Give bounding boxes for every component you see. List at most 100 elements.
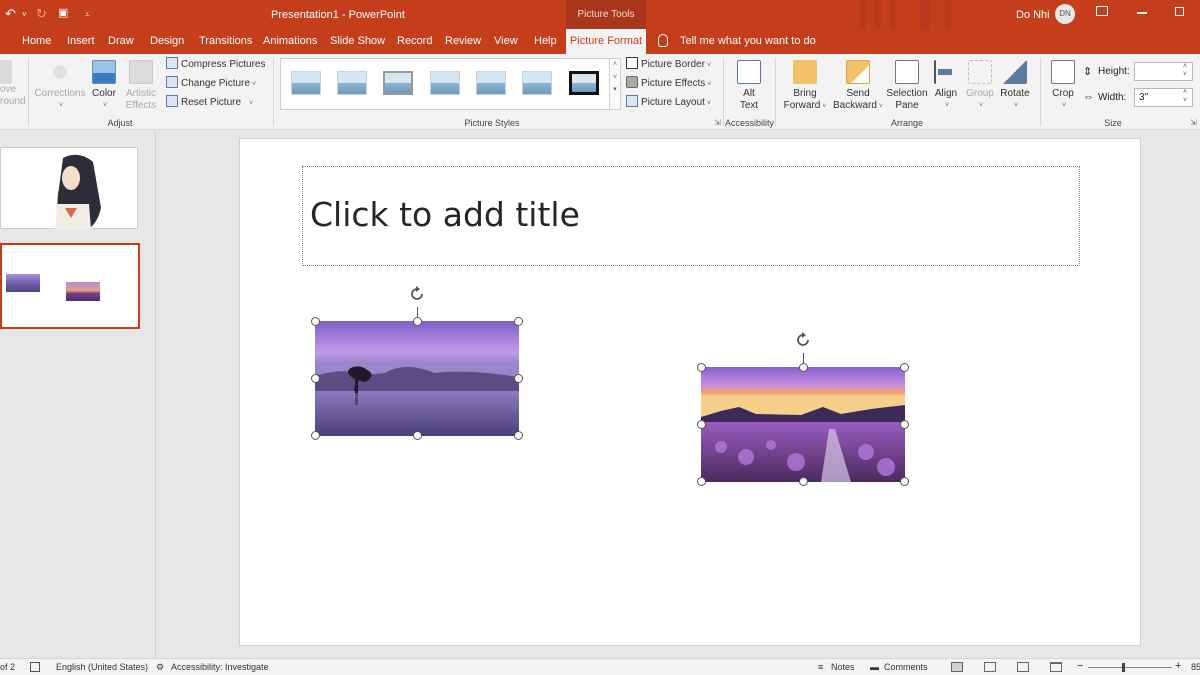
slide-show-icon[interactable] — [1050, 662, 1062, 672]
resize-handle[interactable] — [311, 431, 320, 440]
rotate-handle-icon[interactable] — [408, 285, 426, 303]
width-spinner-icon[interactable]: ˄ ˅ — [1183, 89, 1187, 105]
picture-style-thumb[interactable] — [522, 71, 552, 95]
title-placeholder-text[interactable]: Click to add title — [310, 195, 580, 234]
tab-transitions[interactable]: Transitions — [199, 35, 252, 47]
rotate-button[interactable]: Rotate ˅ — [998, 60, 1032, 112]
crop-button[interactable]: Crop ˅ — [1047, 60, 1079, 112]
tab-slide-show[interactable]: Slide Show — [330, 35, 385, 47]
resize-handle[interactable] — [311, 317, 320, 326]
color-button[interactable]: Color ˅ — [89, 60, 119, 112]
gallery-scroll[interactable]: ˄ ˅ ▾ — [609, 58, 621, 110]
comments-button[interactable]: Comments — [884, 662, 928, 672]
title-placeholder[interactable]: Click to add title — [302, 166, 1080, 266]
resize-handle[interactable] — [900, 363, 909, 372]
resize-handle[interactable] — [799, 363, 808, 372]
accessibility-icon[interactable]: ⚙ — [156, 662, 164, 673]
artistic-effects-button[interactable]: Artistic Effects — [121, 60, 161, 112]
picture-style-thumb[interactable] — [476, 71, 506, 95]
resize-handle[interactable] — [413, 317, 422, 326]
picture-lake-tree[interactable] — [311, 286, 523, 440]
resize-handle[interactable] — [514, 374, 523, 383]
picture-style-thumb[interactable] — [291, 71, 321, 95]
tab-view[interactable]: View — [494, 35, 518, 47]
send-backward-button[interactable]: Send Backward ˅ — [830, 60, 886, 113]
ribbon-display-options-icon[interactable] — [1096, 6, 1108, 16]
resize-handle[interactable] — [514, 431, 523, 440]
accessibility-status[interactable]: Accessibility: Investigate — [171, 662, 269, 672]
picture-border-button[interactable]: Picture Border ˅ — [626, 57, 711, 73]
resize-handle[interactable] — [900, 420, 909, 429]
resize-handle[interactable] — [799, 477, 808, 486]
reading-view-icon[interactable] — [1017, 662, 1029, 672]
zoom-in-button[interactable]: + — [1175, 660, 1181, 672]
tab-home[interactable]: Home — [22, 35, 51, 47]
slide-canvas[interactable]: Click to add title — [239, 138, 1141, 646]
customize-qat-icon[interactable]: ⩡ — [85, 10, 90, 20]
language-indicator[interactable]: English (United States) — [56, 662, 148, 672]
tab-animations[interactable]: Animations — [263, 35, 317, 47]
zoom-slider-thumb[interactable] — [1122, 663, 1125, 672]
undo-dropdown-icon[interactable]: ˅ — [22, 10, 27, 19]
tell-me-search[interactable]: Tell me what you want to do — [680, 35, 816, 47]
picture-style-thumb[interactable] — [337, 71, 367, 95]
reset-picture-button[interactable]: Reset Picture ˅ — [166, 95, 253, 111]
alt-text-button[interactable]: Alt Text — [733, 60, 765, 112]
spelling-check-icon[interactable] — [30, 662, 40, 672]
picture-layout-button[interactable]: Picture Layout ˅ — [626, 95, 711, 111]
gallery-more-icon[interactable]: ▾ — [610, 85, 620, 93]
picture-lavender-field[interactable] — [697, 332, 909, 486]
tab-picture-format[interactable]: Picture Format — [566, 29, 646, 54]
picture-style-thumb[interactable] — [383, 71, 413, 95]
height-spinner-icon[interactable]: ˄ ˅ — [1183, 63, 1187, 79]
present-from-start-icon[interactable]: ▣ — [58, 6, 68, 19]
undo-icon[interactable]: ↶ — [5, 6, 16, 22]
slide-thumbnail[interactable] — [0, 147, 138, 230]
notes-icon[interactable]: ≡ — [818, 662, 823, 672]
avatar[interactable]: DN — [1055, 4, 1075, 24]
resize-handle[interactable] — [697, 363, 706, 372]
resize-handle[interactable] — [697, 477, 706, 486]
resize-handle[interactable] — [311, 374, 320, 383]
picture-effects-button[interactable]: Picture Effects ˅ — [626, 76, 711, 92]
lightbulb-icon[interactable] — [658, 34, 668, 47]
chevron-down-icon[interactable]: ˅ — [610, 74, 620, 81]
corrections-button[interactable]: Corrections ˅ — [33, 60, 87, 112]
redo-icon[interactable]: ↻ — [36, 6, 47, 22]
artistic-effects-icon — [129, 60, 153, 84]
user-name[interactable]: Do Nhi — [1016, 9, 1050, 21]
dialog-launcher-icon[interactable]: ⇲ — [714, 118, 721, 127]
tab-design[interactable]: Design — [150, 35, 184, 47]
bring-forward-button[interactable]: Bring Forward ˅ — [780, 60, 830, 113]
compress-pictures-button[interactable]: Compress Pictures — [166, 57, 265, 73]
resize-handle[interactable] — [900, 477, 909, 486]
chevron-up-icon[interactable]: ˄ — [610, 61, 620, 68]
resize-handle[interactable] — [697, 420, 706, 429]
picture-style-thumb[interactable] — [569, 71, 599, 95]
tab-draw[interactable]: Draw — [108, 35, 134, 47]
zoom-out-button[interactable]: − — [1077, 660, 1083, 672]
tab-help[interactable]: Help — [534, 35, 557, 47]
notes-button[interactable]: Notes — [831, 662, 855, 672]
picture-style-thumb[interactable] — [430, 71, 460, 95]
align-button[interactable]: Align ˅ — [931, 60, 961, 112]
zoom-slider[interactable] — [1088, 667, 1172, 668]
dialog-launcher-icon[interactable]: ⇲ — [1190, 118, 1197, 127]
restore-icon[interactable] — [1175, 7, 1184, 16]
remove-background-button[interactable]: ove round — [0, 60, 26, 108]
comments-icon[interactable]: ▬ — [870, 662, 879, 672]
rotate-handle-icon[interactable] — [794, 331, 812, 349]
zoom-level[interactable]: 85 — [1191, 662, 1200, 672]
group-button[interactable]: Group ˅ — [964, 60, 996, 112]
slide-thumbnail-selected[interactable] — [0, 243, 140, 329]
tab-insert[interactable]: Insert — [67, 35, 95, 47]
resize-handle[interactable] — [413, 431, 422, 440]
tab-record[interactable]: Record — [397, 35, 432, 47]
selection-pane-button[interactable]: Selection Pane — [885, 60, 929, 112]
tab-review[interactable]: Review — [445, 35, 481, 47]
change-picture-button[interactable]: Change Picture ˅ — [166, 76, 256, 92]
normal-view-icon[interactable] — [951, 662, 963, 672]
resize-handle[interactable] — [514, 317, 523, 326]
slide-sorter-icon[interactable] — [984, 662, 996, 672]
minimize-icon[interactable] — [1137, 12, 1147, 14]
